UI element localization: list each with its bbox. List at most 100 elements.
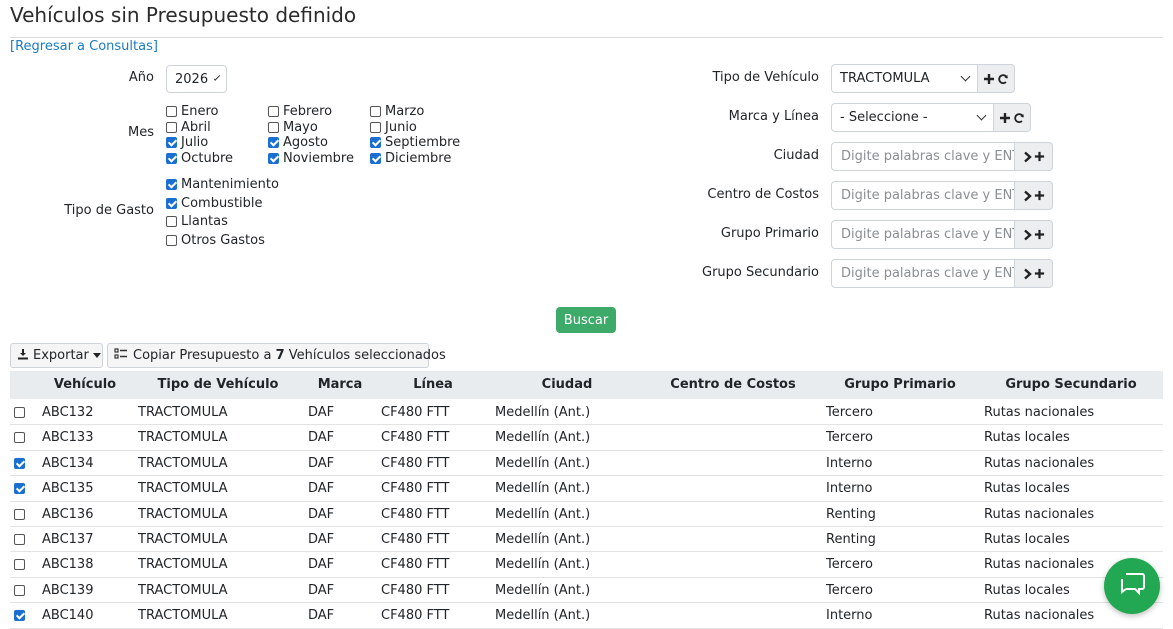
row-checkbox[interactable] xyxy=(14,559,25,571)
tipo-vehiculo-actions xyxy=(978,64,1015,93)
checkbox[interactable] xyxy=(166,197,177,209)
month-option[interactable]: Mayo xyxy=(268,120,370,135)
cell-primario: Tercero xyxy=(826,582,873,598)
checkbox[interactable] xyxy=(268,137,279,148)
row-checkbox[interactable] xyxy=(14,483,25,495)
tipo-vehiculo-select[interactable]: TRACTOMULA xyxy=(831,64,978,93)
month-option[interactable]: Marzo xyxy=(370,104,480,119)
row-checkbox[interactable] xyxy=(14,457,25,469)
row-checkbox[interactable] xyxy=(14,407,25,418)
copiar-suffix: Vehículos seleccionados xyxy=(284,348,446,363)
checkbox[interactable] xyxy=(268,106,279,117)
tipo-gasto-option-label: Llantas xyxy=(181,214,228,229)
month-label: Febrero xyxy=(283,104,333,119)
table-row[interactable]: ABC136 TRACTOMULA DAF CF480 FTT Medellín (An… xyxy=(10,502,1163,527)
table-row[interactable]: ABC137 TRACTOMULA DAF CF480 FTT Medellín (An… xyxy=(10,527,1163,553)
tipo-gasto-checkbox-group: Mantenimiento Combustible Llantas Otros Gas… xyxy=(166,177,279,248)
tipo-gasto-option[interactable]: Otros Gastos xyxy=(166,233,279,248)
month-label: Mayo xyxy=(283,119,318,135)
month-option[interactable]: Abril xyxy=(166,120,268,135)
checkbox[interactable] xyxy=(166,152,177,164)
column-header[interactable]: Centro de Costos xyxy=(653,371,813,399)
checkbox[interactable] xyxy=(166,234,177,246)
month-option[interactable]: Octubre xyxy=(166,151,268,166)
grupo-secundario-add-button[interactable] xyxy=(1015,259,1053,288)
table-row[interactable]: ABC134 TRACTOMULA DAF CF480 FTT Medellín (An… xyxy=(10,451,1163,477)
table-row[interactable]: ABC135 TRACTOMULA DAF CF480 FTT Medellín (An… xyxy=(10,476,1163,502)
checkbox[interactable] xyxy=(268,152,279,164)
checkbox[interactable] xyxy=(166,179,177,190)
checkbox[interactable] xyxy=(370,152,381,164)
column-header[interactable]: Grupo Secundario xyxy=(991,371,1151,399)
copiar-presupuesto-button[interactable]: Copiar Presupuesto a 7 Vehículos selecci… xyxy=(107,343,446,368)
back-to-consultas-link[interactable]: [Regresar a Consultas] xyxy=(10,39,158,54)
checkbox[interactable] xyxy=(370,137,381,148)
checkbox[interactable] xyxy=(166,137,177,148)
table-row[interactable]: ABC133 TRACTOMULA DAF CF480 FTT Medellín (An… xyxy=(10,425,1163,451)
month-label: Diciembre xyxy=(385,150,452,166)
centro-costos-add-button[interactable] xyxy=(1015,181,1053,210)
month-label: Agosto xyxy=(283,135,328,150)
checkbox[interactable] xyxy=(166,216,177,227)
row-checkbox[interactable] xyxy=(14,584,25,596)
month-option[interactable]: Junio xyxy=(370,120,480,135)
chevron-right-icon xyxy=(1023,190,1032,202)
refresh-icon[interactable] xyxy=(997,73,1009,85)
checkbox[interactable] xyxy=(268,121,279,133)
month-option[interactable]: Diciembre xyxy=(370,151,480,166)
centro-costos-label: Centro de Costos xyxy=(707,187,819,202)
table-row[interactable]: ABC138 TRACTOMULA DAF CF480 FTT Medellín (An… xyxy=(10,552,1163,578)
month-option[interactable]: Julio xyxy=(166,135,268,150)
cell-ciudad: Medellín (Ant.) xyxy=(495,532,591,547)
checkbox[interactable] xyxy=(166,121,177,133)
month-option[interactable]: Noviembre xyxy=(268,151,370,166)
checkbox[interactable] xyxy=(370,121,381,133)
tipo-gasto-option[interactable]: Combustible xyxy=(166,196,279,211)
tipo-gasto-option[interactable]: Mantenimiento xyxy=(166,177,279,192)
month-option[interactable]: Septiembre xyxy=(370,135,480,150)
month-label: Abril xyxy=(181,119,211,135)
buscar-button[interactable]: Buscar xyxy=(556,307,616,333)
cell-ciudad: Medellín (Ant.) xyxy=(495,455,591,471)
checkbox[interactable] xyxy=(370,106,381,117)
cell-vehiculo: ABC139 xyxy=(42,582,94,598)
cell-secundario: Rutas nacionales xyxy=(984,405,1095,420)
download-icon xyxy=(17,348,29,364)
month-option[interactable]: Enero xyxy=(166,104,268,119)
grupo-secundario-input[interactable]: Digite palabras clave y ENTER xyxy=(831,259,1015,288)
add-icon[interactable] xyxy=(999,112,1011,124)
cell-ciudad: Medellín (Ant.) xyxy=(495,608,591,624)
grupo-primario-add-button[interactable] xyxy=(1015,220,1053,249)
cell-tipo: TRACTOMULA xyxy=(138,405,228,420)
row-checkbox[interactable] xyxy=(14,534,25,545)
ciudad-add-button[interactable] xyxy=(1015,142,1053,171)
exportar-button[interactable]: Exportar xyxy=(10,343,103,368)
tipo-gasto-option[interactable]: Llantas xyxy=(166,214,279,229)
checkbox[interactable] xyxy=(166,106,177,117)
row-checkbox[interactable] xyxy=(14,610,25,622)
cell-secundario: Rutas locales xyxy=(984,532,1070,547)
table-row[interactable]: ABC132 TRACTOMULA DAF CF480 FTT Medellín (An… xyxy=(10,400,1163,426)
month-option[interactable]: Agosto xyxy=(268,135,370,150)
anio-select[interactable]: 2026 xyxy=(166,65,227,93)
cell-primario: Renting xyxy=(826,506,876,522)
marca-linea-select[interactable]: - Seleccione - xyxy=(831,103,994,132)
table-row[interactable]: ABC139 TRACTOMULA DAF CF480 FTT Medellín (An… xyxy=(10,578,1163,604)
refresh-icon[interactable] xyxy=(1013,112,1025,124)
add-icon xyxy=(1034,190,1045,201)
chat-icon xyxy=(1117,569,1147,603)
column-header[interactable]: Grupo Primario xyxy=(820,371,980,399)
add-icon[interactable] xyxy=(983,73,995,85)
column-header[interactable]: Ciudad xyxy=(487,371,647,399)
centro-costos-input[interactable]: Digite palabras clave y ENTER xyxy=(831,181,1015,210)
ciudad-input[interactable]: Digite palabras clave y ENTER xyxy=(831,142,1015,171)
cell-primario: Tercero xyxy=(826,557,873,573)
chevron-right-icon xyxy=(1023,229,1032,241)
month-label: Julio xyxy=(181,135,209,150)
row-checkbox[interactable] xyxy=(14,432,25,444)
chat-button[interactable] xyxy=(1104,558,1160,614)
month-option[interactable]: Febrero xyxy=(268,104,370,119)
row-checkbox[interactable] xyxy=(14,508,25,520)
grupo-primario-input[interactable]: Digite palabras clave y ENTER xyxy=(831,220,1015,249)
cell-tipo: TRACTOMULA xyxy=(138,481,228,497)
